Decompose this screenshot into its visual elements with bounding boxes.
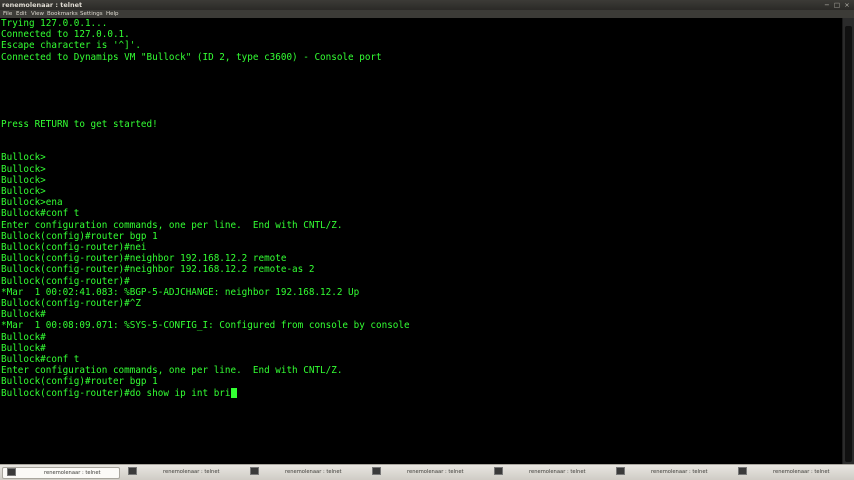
terminal-line: Connected to 127.0.0.1. bbox=[1, 29, 130, 41]
taskbar-tab-6[interactable]: renemolenaar : telnet bbox=[612, 467, 730, 479]
taskbar-tab-7[interactable]: renemolenaar : telnet bbox=[734, 467, 852, 479]
taskbar-tab-label: renemolenaar : telnet bbox=[529, 469, 586, 475]
terminal-line: Enter configuration commands, one per li… bbox=[1, 219, 343, 231]
terminal-line: Bullock> bbox=[1, 174, 46, 186]
taskbar-tab-label: renemolenaar : telnet bbox=[44, 470, 101, 476]
terminal-line: *Mar 1 00:08:09.071: %SYS-5-CONFIG_I: Co… bbox=[1, 320, 410, 332]
menu-bar: File Edit View Bookmarks Settings Help bbox=[0, 10, 854, 18]
terminal-icon bbox=[616, 467, 625, 475]
terminal-line: Bullock>ena bbox=[1, 197, 63, 209]
menu-bookmarks[interactable]: Bookmarks bbox=[47, 10, 78, 18]
menu-settings[interactable]: Settings bbox=[80, 10, 103, 18]
terminal-line: Enter configuration commands, one per li… bbox=[1, 365, 343, 377]
terminal-line: Bullock(config)#router bgp 1 bbox=[1, 230, 158, 242]
terminal-line: Escape character is '^]'. bbox=[1, 40, 141, 52]
terminal-line: Connected to Dynamips VM "Bullock" (ID 2… bbox=[1, 51, 382, 63]
taskbar: renemolenaar : telnet renemolenaar : tel… bbox=[0, 464, 854, 480]
maximize-icon[interactable]: □ bbox=[833, 1, 841, 9]
terminal-icon bbox=[738, 467, 747, 475]
taskbar-tab-label: renemolenaar : telnet bbox=[651, 469, 708, 475]
minimize-icon[interactable]: − bbox=[823, 1, 831, 9]
menu-edit[interactable]: Edit bbox=[16, 10, 27, 18]
terminal-line: Bullock> bbox=[1, 163, 46, 175]
terminal-prompt-line: Bullock(config-router)#do show ip int br… bbox=[1, 387, 237, 399]
terminal-icon bbox=[494, 467, 503, 475]
terminal-line: Bullock(config)#router bgp 1 bbox=[1, 376, 158, 388]
terminal-line: Bullock#conf t bbox=[1, 208, 80, 220]
taskbar-tab-5[interactable]: renemolenaar : telnet bbox=[490, 467, 608, 479]
scrollbar-thumb[interactable] bbox=[845, 26, 852, 462]
taskbar-tab-1[interactable]: renemolenaar : telnet bbox=[2, 467, 120, 479]
terminal-line: Bullock# bbox=[1, 309, 46, 321]
terminal-line: Bullock(config-router)#neighbor 192.168.… bbox=[1, 264, 315, 276]
terminal-line: Bullock# bbox=[1, 331, 46, 343]
terminal-scrollbar[interactable] bbox=[842, 18, 854, 464]
window-title: renemolenaar : telnet bbox=[2, 1, 83, 9]
terminal-output[interactable]: Trying 127.0.0.1... Connected to 127.0.0… bbox=[0, 18, 842, 464]
text-cursor bbox=[230, 387, 237, 398]
taskbar-tab-label: renemolenaar : telnet bbox=[407, 469, 464, 475]
terminal-line: Bullock(config-router)#nei bbox=[1, 242, 147, 253]
close-icon[interactable]: × bbox=[843, 1, 851, 9]
taskbar-tab-label: renemolenaar : telnet bbox=[163, 469, 220, 475]
terminal-icon bbox=[250, 467, 259, 475]
menu-view[interactable]: View bbox=[31, 10, 44, 18]
terminal-line: Bullock(config-router)#^Z bbox=[1, 298, 141, 309]
terminal-line: Bullock# bbox=[1, 342, 46, 354]
menu-help[interactable]: Help bbox=[106, 10, 119, 18]
terminal-icon bbox=[7, 468, 16, 476]
terminal-line: *Mar 1 00:02:41.083: %BGP-5-ADJCHANGE: n… bbox=[1, 286, 360, 298]
terminal-line: Trying 127.0.0.1... bbox=[1, 18, 108, 29]
terminal-line: Bullock> bbox=[1, 152, 46, 164]
terminal-line: Bullock#conf t bbox=[1, 354, 80, 365]
taskbar-tab-4[interactable]: renemolenaar : telnet bbox=[368, 467, 486, 479]
window-titlebar: renemolenaar : telnet − □ × bbox=[0, 0, 854, 10]
terminal-line: Press RETURN to get started! bbox=[1, 118, 158, 130]
taskbar-tab-3[interactable]: renemolenaar : telnet bbox=[246, 467, 364, 479]
terminal-icon bbox=[128, 467, 137, 475]
terminal-line: Bullock> bbox=[1, 186, 46, 197]
terminal-icon bbox=[372, 467, 381, 475]
terminal-line: Bullock(config-router)#neighbor 192.168.… bbox=[1, 253, 287, 265]
terminal-current-input: Bullock(config-router)#do show ip int br… bbox=[1, 387, 231, 399]
taskbar-tab-label: renemolenaar : telnet bbox=[285, 469, 342, 475]
terminal-line: Bullock(config-router)# bbox=[1, 275, 130, 287]
taskbar-tab-2[interactable]: renemolenaar : telnet bbox=[124, 467, 242, 479]
taskbar-tab-label: renemolenaar : telnet bbox=[773, 469, 830, 475]
menu-file[interactable]: File bbox=[3, 10, 12, 18]
